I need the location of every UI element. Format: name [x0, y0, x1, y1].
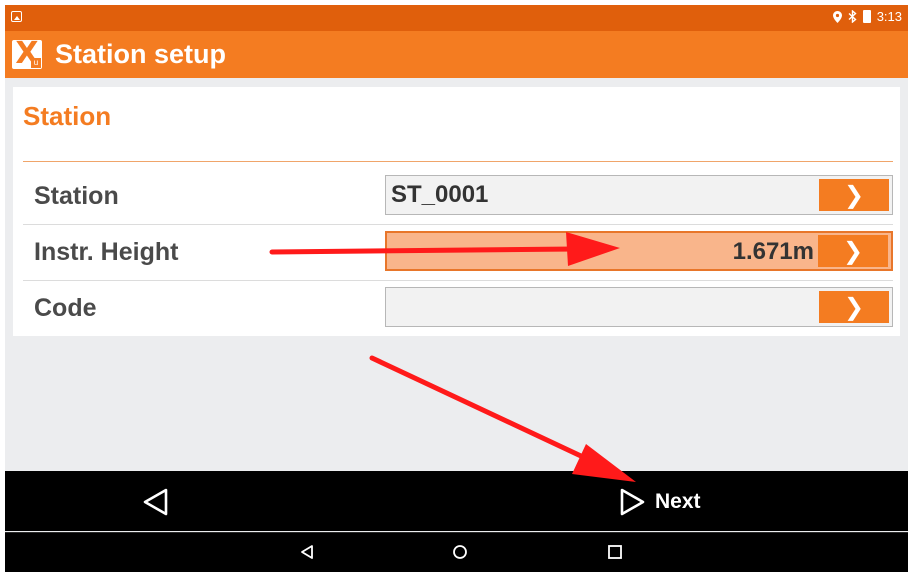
instr-height-label: Instr. Height [34, 238, 179, 266]
station-value: ST_0001 [391, 181, 489, 208]
code-field[interactable]: ❯ [385, 287, 893, 327]
instr-height-value: 1.671m [732, 238, 814, 265]
status-bar: 3:13 [5, 5, 908, 31]
status-time: 3:13 [876, 9, 902, 24]
station-label: Station [34, 182, 119, 210]
next-label: Next [655, 490, 701, 513]
code-label: Code [34, 294, 97, 322]
battery-icon [862, 10, 871, 23]
triangle-right-icon [620, 488, 645, 516]
back-button[interactable] [141, 487, 171, 517]
instr-height-select-button[interactable]: ❯ [818, 235, 888, 267]
gallery-icon [11, 11, 22, 22]
row-station: Station ST_0001 ❯ [23, 169, 893, 225]
chevron-right-icon: ❯ [843, 181, 865, 209]
station-field[interactable]: ST_0001 ❯ [385, 175, 893, 215]
bottom-action-bar: Next [5, 471, 908, 531]
recents-icon[interactable] [605, 542, 625, 562]
station-select-button[interactable]: ❯ [819, 179, 889, 211]
system-nav-bar [5, 532, 908, 572]
instr-height-field[interactable]: 1.671m ❯ [385, 231, 893, 271]
home-icon[interactable] [450, 542, 470, 562]
code-select-button[interactable]: ❯ [819, 291, 889, 323]
device-screen: 3:13 X u Station setup Station Station S… [5, 5, 908, 572]
next-button[interactable]: Next [617, 487, 701, 517]
page-title: Station setup [55, 39, 227, 69]
app-bar: X u Station setup [5, 31, 908, 78]
location-icon [832, 10, 842, 23]
row-instr-height: Instr. Height 1.671m ❯ [23, 225, 893, 281]
row-code: Code ❯ [23, 281, 893, 336]
chevron-right-icon: ❯ [843, 293, 865, 321]
x-logo-icon: X u [12, 36, 42, 71]
section-divider [23, 161, 893, 162]
station-card: Station Station ST_0001 ❯ Instr. Height … [13, 87, 900, 336]
back-icon[interactable] [297, 542, 317, 562]
chevron-right-icon: ❯ [842, 237, 864, 265]
bluetooth-icon [848, 10, 857, 23]
triangle-left-icon [143, 488, 168, 516]
section-title: Station [23, 101, 112, 131]
